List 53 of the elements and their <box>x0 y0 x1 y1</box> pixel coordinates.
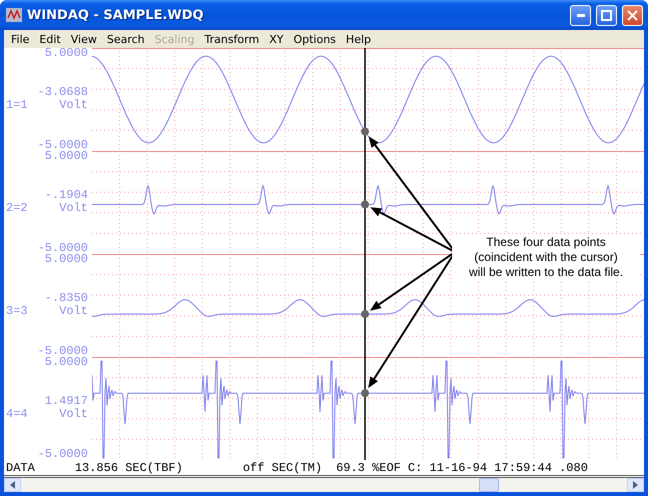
channel-value: -3.0688 <box>38 87 89 98</box>
minimize-button[interactable] <box>570 4 591 26</box>
channel-name: 4=4 <box>6 407 28 421</box>
status-cursor-time: C: 11-16-94 17:59:44 .080 <box>408 460 588 474</box>
menu-item[interactable]: Edit <box>34 32 66 46</box>
scroll-right-button[interactable] <box>627 478 644 492</box>
channel-unit: Volt <box>59 407 88 421</box>
scale-min: -5.0000 <box>38 140 89 151</box>
app-icon <box>6 8 22 22</box>
maximize-icon <box>601 10 612 20</box>
menu-item[interactable]: Search <box>102 32 150 46</box>
maximize-button[interactable] <box>596 4 617 26</box>
menu-item[interactable]: View <box>66 32 102 46</box>
scale-min: -5.0000 <box>38 243 89 254</box>
channel-name: 3=3 <box>6 304 28 318</box>
data-point <box>361 200 369 208</box>
cursor-line[interactable] <box>364 48 366 460</box>
channel-name: 2=2 <box>6 201 28 215</box>
menu-item[interactable]: XY <box>264 32 288 46</box>
scroll-thumb[interactable] <box>479 478 499 492</box>
scale-max: 5.0000 <box>44 254 89 265</box>
close-button[interactable] <box>622 4 643 26</box>
channel-value: -.1904 <box>44 190 89 201</box>
menu-item[interactable]: Help <box>340 32 376 46</box>
channel-unit: Volt <box>59 304 88 318</box>
scroll-left-button[interactable] <box>4 478 21 492</box>
status-marker: off SEC(TM) <box>242 460 322 474</box>
scale-max: 5.0000 <box>44 151 89 162</box>
window-title: WINDAQ - SAMPLE.WDQ <box>27 8 205 22</box>
data-point <box>361 389 369 398</box>
data-point <box>361 310 369 318</box>
horizontal-scrollbar[interactable] <box>4 478 644 492</box>
right-arrow-icon <box>633 481 638 489</box>
channel-value: 1.4917 <box>44 396 89 407</box>
channel-value: -.8350 <box>44 293 89 304</box>
status-interval: 13.856 SEC(TBF) <box>74 460 183 474</box>
status-mode: DATA <box>6 460 35 474</box>
scale-max: 5.0000 <box>44 357 89 368</box>
scale-min: -5.0000 <box>38 449 89 460</box>
menu-item[interactable]: Transform <box>199 32 264 46</box>
menu-item[interactable]: File <box>6 32 34 46</box>
channel-unit: Volt <box>59 98 88 112</box>
menu-item[interactable]: Options <box>288 32 341 46</box>
channel-name: 1=1 <box>6 98 28 112</box>
left-arrow-icon <box>10 481 15 489</box>
close-icon <box>627 10 638 20</box>
status-position: 69.3 %EOF <box>336 460 401 474</box>
data-point <box>361 128 369 136</box>
annotation-text: These four data points (coincident with the cursor) will be written to the data file. <box>452 235 640 280</box>
scale-max: 5.0000 <box>44 48 89 59</box>
minimize-icon <box>576 14 584 16</box>
scale-min: -5.0000 <box>38 346 89 357</box>
channel-unit: Volt <box>59 201 88 215</box>
